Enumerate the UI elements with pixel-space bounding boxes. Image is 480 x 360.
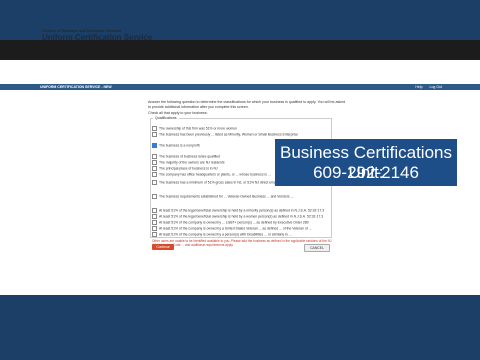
checkbox[interactable] <box>152 180 157 185</box>
option-label: At least 51% of the legal beneficial own… <box>159 214 324 219</box>
app-header <box>0 60 480 84</box>
option-label: The business requirements established fo… <box>159 194 294 199</box>
option-1[interactable]: The business has been previously ... lis… <box>152 132 298 137</box>
checkbox[interactable] <box>152 208 157 213</box>
intro-text: Answer the following question to determi… <box>148 100 346 109</box>
checkbox[interactable] <box>152 220 157 225</box>
option-label: The majority of the owners are NJ reside… <box>159 160 225 165</box>
option-3[interactable]: The business of business is/are qualifie… <box>152 154 220 159</box>
cancel-button[interactable]: CANCEL <box>304 244 330 252</box>
checkbox[interactable] <box>152 143 157 148</box>
qualifications-legend: Qualifications <box>153 116 179 120</box>
option-12[interactable]: At least 51% of the company is owned by … <box>152 226 311 231</box>
continue-button[interactable]: Continue <box>152 244 174 250</box>
letterbox-left <box>0 40 240 60</box>
option-6[interactable]: The company has office headquarters or p… <box>152 172 271 177</box>
video-letterbox-top <box>0 40 480 60</box>
option-2[interactable]: The business is a nonprofit. <box>152 143 200 148</box>
app-title: Uniform Certification Service <box>42 33 153 42</box>
bottom-frame-band <box>0 295 480 360</box>
option-9[interactable]: At least 51% of the legal beneficial own… <box>152 208 324 213</box>
checkbox[interactable] <box>152 232 157 237</box>
check-all-label: Check all that apply to your business: <box>148 111 208 115</box>
checkbox[interactable] <box>152 172 157 177</box>
option-label: At least 51% of the company is owned by … <box>159 220 309 225</box>
option-label: The business of business is/are qualifie… <box>159 154 221 159</box>
option-5[interactable]: The principal place of business is in NJ <box>152 166 218 171</box>
option-11[interactable]: At least 51% of the company is owned by … <box>152 220 309 225</box>
option-label: The principal place of business is in NJ <box>159 166 218 171</box>
help-link[interactable]: Help <box>415 85 422 89</box>
contact-overlay-banner: Business Certifications Unit: 609-292-21… <box>275 139 457 186</box>
checkbox[interactable] <box>152 194 157 199</box>
option-label: At least 51% of the company is owned by … <box>159 232 292 237</box>
option-13[interactable]: At least 51% of the company is owned by … <box>152 232 292 237</box>
option-label: At least 51% of the company is owned by … <box>159 226 312 231</box>
nav-app-label[interactable]: UNIFORM CERTIFICATION SERVICE - NEW <box>40 85 112 89</box>
checkbox[interactable] <box>152 214 157 219</box>
option-10[interactable]: At least 51% of the legal beneficial own… <box>152 214 323 219</box>
checkbox[interactable] <box>152 126 157 131</box>
option-4[interactable]: The majority of the owners are NJ reside… <box>152 160 225 165</box>
checkbox[interactable] <box>152 160 157 165</box>
checkbox[interactable] <box>152 226 157 231</box>
nav-right-links: Help Log Out <box>409 85 442 89</box>
logout-link[interactable]: Log Out <box>430 85 442 89</box>
option-label: The business is a nonprofit. <box>159 143 201 148</box>
option-label: The ownership of this firm was 51% or mo… <box>159 126 238 131</box>
checkbox[interactable] <box>152 154 157 159</box>
checkbox[interactable] <box>152 132 157 137</box>
option-label: At least 51% of the legal beneficial own… <box>159 208 325 213</box>
nav-bar: UNIFORM CERTIFICATION SERVICE - NEW Help… <box>0 84 480 90</box>
checkbox[interactable] <box>152 166 157 171</box>
option-0[interactable]: The ownership of this firm was 51% or mo… <box>152 126 237 131</box>
option-label: The business has been previously ... lis… <box>159 132 298 137</box>
overlay-phone: 609-292-2146 <box>313 163 419 182</box>
option-label: The company has office headquarters or p… <box>159 172 271 177</box>
option-8[interactable]: The business requirements established fo… <box>152 194 293 199</box>
